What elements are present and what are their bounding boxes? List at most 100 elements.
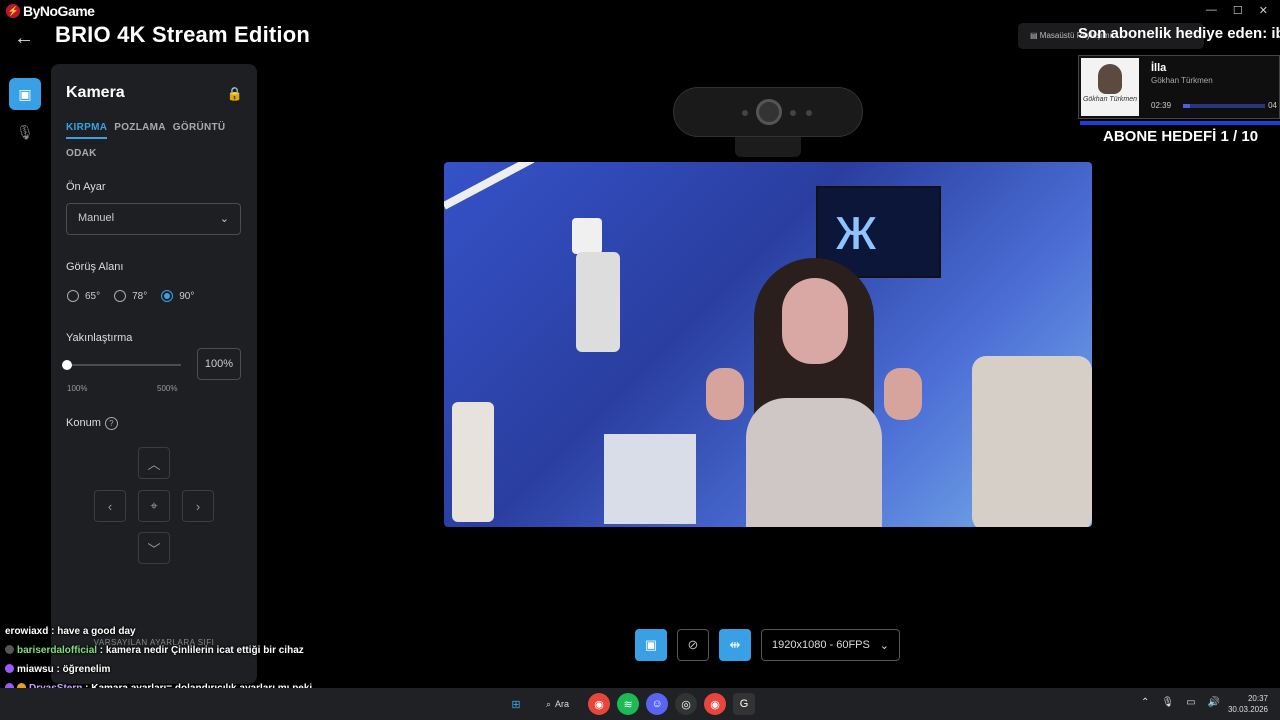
fov-radio-65[interactable]: 65°: [67, 290, 100, 302]
search-icon: ⌕: [546, 698, 552, 709]
chrome-icon[interactable]: ◉: [588, 693, 611, 715]
mirror-button[interactable]: ⇹: [719, 629, 751, 661]
now-playing-card: Gökhan Türkmen İlla Gökhan Türkmen 02:39…: [1078, 55, 1280, 119]
window-controls: — ☐ ✕: [1206, 4, 1268, 17]
zoom-slider-thumb[interactable]: [62, 360, 72, 370]
camera-off-button[interactable]: ⊘: [677, 629, 709, 661]
chat-message: miawsu : öğrenelim: [0, 660, 320, 679]
chat-text: have a good day: [57, 626, 136, 637]
tab-image[interactable]: GÖRÜNTÜ: [173, 122, 226, 139]
system-tray: ⌃ 🎙 ▭ 🔊: [1141, 697, 1220, 708]
webcam-stand: [735, 137, 801, 157]
obs-icon[interactable]: ◎: [675, 693, 698, 715]
mic-arm: [444, 162, 535, 210]
discord-icon[interactable]: ☺: [646, 693, 669, 715]
tab-crop[interactable]: KIRPMA: [66, 122, 108, 139]
microphone-tray-icon[interactable]: 🎙: [1161, 697, 1174, 708]
chevron-down-icon: ﹀: [147, 541, 161, 557]
help-icon[interactable]: ?: [104, 417, 118, 430]
resolution-select[interactable]: 1920x1080 - 60FPS ⌄: [761, 629, 900, 661]
crosshair-icon: ⌖: [150, 498, 158, 513]
radio-button[interactable]: [161, 290, 174, 302]
chevron-up-icon[interactable]: ⌃: [1141, 697, 1149, 708]
microphone-tab-button[interactable]: 🎙: [9, 116, 41, 148]
webcam-illustration: [673, 87, 863, 137]
pc-case: [604, 434, 696, 524]
zoom-value-input[interactable]: 100%: [197, 348, 241, 380]
taskbar-apps: ⊞ ⌕ Ara ◉ ≋ ☺ ◎ ◉ G: [505, 693, 756, 715]
zoom-max-label: 500%: [157, 384, 178, 393]
clock[interactable]: 20:37 30.03.2026: [1228, 693, 1268, 715]
chair: [972, 356, 1092, 527]
pan-up-button[interactable]: ︿: [138, 447, 170, 479]
chat-message: erowiaxd : have a good day: [5, 626, 136, 637]
fov-option-label: 65°: [85, 290, 101, 302]
chat-user: erowiaxd: [5, 626, 49, 637]
brand-text: ByNoGame: [23, 3, 95, 19]
center-position-button[interactable]: ⌖: [138, 490, 170, 522]
position-label: Konum?: [66, 417, 118, 430]
webcam-sensor: [790, 110, 796, 116]
camera-preview-icon: ▣: [644, 637, 658, 652]
preview-toggle-button[interactable]: ▣: [635, 629, 667, 661]
close-icon[interactable]: ✕: [1259, 4, 1268, 17]
chat-user: miawsu: [17, 664, 54, 675]
sub-goal-bar: [1080, 121, 1280, 125]
back-button[interactable]: ←: [14, 27, 34, 50]
display-icon[interactable]: ▭: [1186, 697, 1195, 708]
streamer: [706, 248, 924, 527]
taskbar: ⊞ ⌕ Ara ◉ ≋ ☺ ◎ ◉ G ⌃ 🎙 ▭ 🔊 20:37 30.03.2…: [0, 688, 1280, 720]
zoom-label: Yakınlaştırma: [66, 332, 133, 344]
clock-time: 20:37: [1247, 694, 1268, 703]
fov-radio-90[interactable]: 90°: [161, 290, 194, 302]
chat-text: kamera nedir Çinlilerin icat ettiği bir …: [105, 645, 304, 656]
radio-button[interactable]: [114, 290, 127, 302]
microphone: [576, 252, 620, 352]
webcam-sensor: [806, 110, 812, 116]
webcam-lens: [756, 99, 782, 125]
preset-value: Manuel: [78, 212, 115, 224]
camera-icon: ▣: [18, 85, 32, 102]
fov-label: Görüş Alanı: [66, 261, 124, 273]
search-label: Ara: [555, 699, 570, 709]
camera-settings-panel: Kamera 🔒 KIRPMA POZLAMA GÖRÜNTÜ ODAK Ön …: [51, 64, 257, 684]
chevron-down-icon: ⌄: [219, 213, 229, 225]
radio-button[interactable]: [67, 290, 79, 302]
panel-title: Kamera: [66, 84, 125, 101]
chevron-left-icon: ‹: [107, 498, 113, 514]
lock-icon[interactable]: 🔒: [227, 86, 243, 102]
volume-icon[interactable]: 🔊: [1208, 697, 1220, 708]
pan-right-button[interactable]: ›: [182, 490, 214, 522]
mic-mount: [572, 218, 602, 254]
windows-start-icon[interactable]: ⊞: [505, 693, 527, 715]
chevron-up-icon: ︿: [147, 456, 161, 472]
spotify-icon[interactable]: ≋: [617, 693, 640, 715]
sub-gift-marquee: Son abonelik hediye eden: ibo: [1078, 25, 1280, 42]
body: [746, 398, 882, 527]
pan-down-button[interactable]: ﹀: [138, 532, 170, 564]
sub-goal-text: ABONE HEDEFİ 1 / 10: [1103, 128, 1259, 145]
webcam-sensor: [742, 110, 748, 116]
chat-badge-icon: [5, 664, 14, 673]
clock-date: 30.03.2026: [1227, 705, 1268, 714]
zoom-slider-track[interactable]: [67, 364, 181, 366]
tab-exposure[interactable]: POZLAMA: [114, 122, 166, 139]
fov-option-label: 78°: [132, 290, 148, 302]
fov-option-label: 90°: [179, 290, 195, 302]
position-label-text: Konum: [66, 417, 101, 429]
taskbar-search[interactable]: ⌕ Ara: [534, 693, 581, 715]
maximize-icon[interactable]: ☐: [1233, 4, 1243, 17]
fov-radio-group: 65° 78° 90°: [67, 290, 194, 302]
logitech-ghub-icon[interactable]: G: [733, 693, 756, 715]
pan-left-button[interactable]: ‹: [94, 490, 126, 522]
minimize-icon[interactable]: —: [1206, 4, 1217, 17]
share-icon: ▤: [1030, 31, 1040, 40]
preset-select[interactable]: Manuel ⌄: [66, 203, 241, 235]
chrome-profile-icon[interactable]: ◉: [704, 693, 727, 715]
page-title: BRIO 4K Stream Edition: [55, 22, 310, 47]
camera-tab-button[interactable]: ▣: [9, 78, 41, 110]
fov-radio-78[interactable]: 78°: [114, 290, 147, 302]
tab-focus[interactable]: ODAK: [66, 148, 97, 159]
camera-off-icon: ⊘: [687, 637, 699, 652]
microphone-icon: 🎙: [16, 123, 34, 140]
